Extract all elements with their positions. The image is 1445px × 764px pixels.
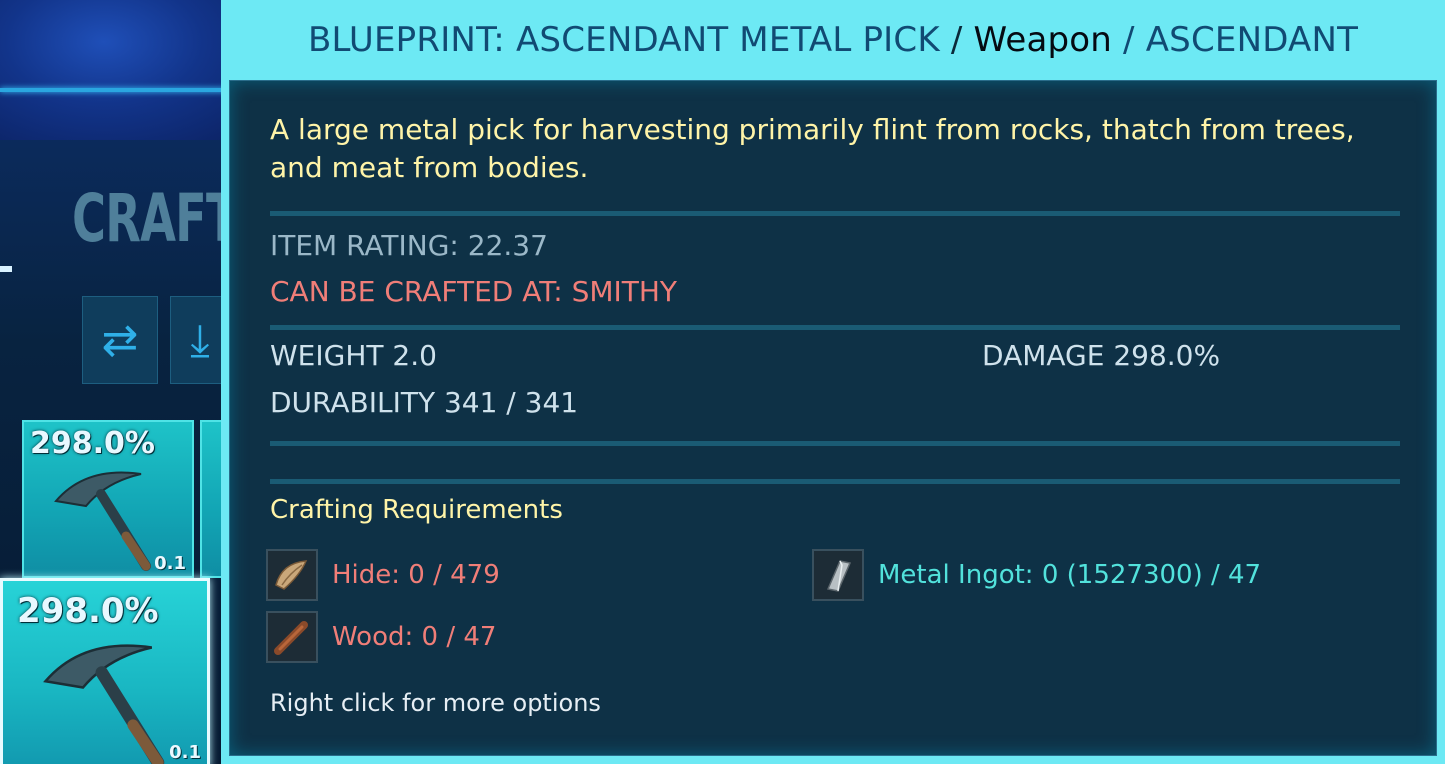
metal-pick-icon xyxy=(43,644,165,764)
item-tooltip: BLUEPRINT: ASCENDANT METAL PICK / Weapon… xyxy=(221,0,1445,764)
item-quality: ASCENDANT xyxy=(1145,20,1359,60)
requirement-hide: Hide: 0 / 479 xyxy=(266,549,500,601)
item-name: BLUEPRINT: ASCENDANT METAL PICK xyxy=(307,20,940,60)
weight-stat: WEIGHT 2.0 xyxy=(270,339,437,372)
tooltip-body: A large metal pick for harvesting primar… xyxy=(229,80,1437,756)
hide-icon xyxy=(266,549,318,601)
right-click-hint: Right click for more options xyxy=(270,689,601,717)
damage-stat: DAMAGE 298.0% xyxy=(982,339,1221,372)
item-type: Weapon xyxy=(973,20,1113,60)
durability-stat: DURABILITY 341 / 341 xyxy=(270,386,579,419)
requirement-label: Wood: 0 / 47 xyxy=(332,622,497,652)
drop-icon: ⤓ xyxy=(190,315,210,366)
crafting-tab-label[interactable]: CRAFT xyxy=(72,180,238,257)
requirement-label: Metal Ingot: 0 (1527300) / 47 xyxy=(878,560,1262,590)
divider xyxy=(270,479,1400,484)
item-rating: ITEM RATING: 22.37 xyxy=(270,229,548,262)
tooltip-header: BLUEPRINT: ASCENDANT METAL PICK / Weapon… xyxy=(221,0,1445,80)
transfer-arrows-icon: ⇄ xyxy=(101,315,139,366)
divider xyxy=(270,441,1400,446)
requirement-metal-ingot: Metal Ingot: 0 (1527300) / 47 xyxy=(812,549,1261,601)
inventory-slot-selected[interactable]: 298.0% 0.1 xyxy=(0,578,210,764)
transfer-button[interactable]: ⇄ xyxy=(82,296,158,384)
requirement-label: Hide: 0 / 479 xyxy=(332,560,500,590)
metal-pick-icon xyxy=(54,471,151,571)
divider xyxy=(270,325,1400,330)
header-separator: / xyxy=(1112,20,1146,60)
slot-quantity: 0.1 xyxy=(169,742,201,763)
divider xyxy=(270,211,1400,216)
inventory-slot[interactable]: 298.0% 0.1 xyxy=(22,420,194,578)
crafting-station: CAN BE CRAFTED AT: SMITHY xyxy=(270,275,678,308)
header-separator: / xyxy=(939,20,974,60)
slot-quantity: 0.1 xyxy=(154,553,186,574)
metal-ingot-icon xyxy=(812,549,864,601)
requirement-wood: Wood: 0 / 47 xyxy=(266,611,496,663)
item-description: A large metal pick for harvesting primar… xyxy=(270,113,1355,184)
background-marker xyxy=(0,266,12,272)
wood-icon xyxy=(266,611,318,663)
crafting-requirements-title: Crafting Requirements xyxy=(270,495,563,525)
